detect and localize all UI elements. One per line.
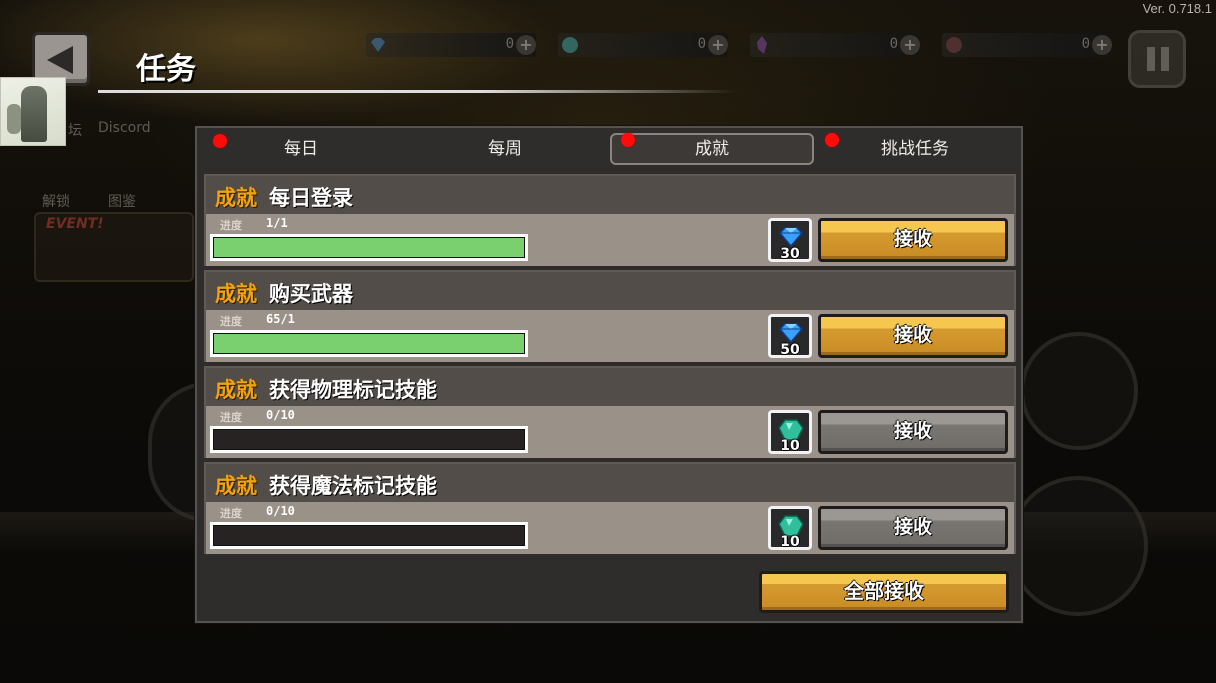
- currency-value: 0: [889, 36, 898, 52]
- tab-daily[interactable]: 每日: [199, 133, 403, 165]
- reward-count: 10: [780, 438, 800, 454]
- title-underline: [98, 90, 738, 93]
- reward-count: 10: [780, 534, 800, 550]
- reward-slot: 50: [768, 314, 812, 358]
- version-label: Ver. 0.718.1: [1142, 1, 1212, 16]
- progress-bar: [210, 234, 528, 261]
- back-arrow-icon: [47, 46, 73, 74]
- progress-fill: [214, 334, 524, 353]
- quest-tag: 成就: [215, 186, 257, 210]
- dark-orb-icon: [946, 37, 962, 53]
- event-banner: EVENT!: [34, 212, 194, 282]
- quest-item: 成就 购买武器 进度 65/1 50 接收: [204, 270, 1016, 362]
- progress-bar: [210, 330, 528, 357]
- reward-slot: 30: [768, 218, 812, 262]
- reward-slot: 10: [768, 506, 812, 550]
- reward-count: 30: [780, 246, 800, 262]
- currency-blue-gem: 0 +: [366, 33, 536, 57]
- currency-dark-orb: 0 +: [942, 33, 1112, 57]
- progress-label: 进度: [220, 219, 242, 232]
- add-currency-button[interactable]: +: [900, 35, 920, 55]
- reward-count: 50: [780, 342, 800, 358]
- reward-slot: 10: [768, 410, 812, 454]
- claim-button[interactable]: 接收: [818, 506, 1008, 550]
- quest-item: 成就 获得物理标记技能 进度 0/10 10 接收: [204, 366, 1016, 458]
- claim-button[interactable]: 接收: [818, 410, 1008, 454]
- currency-value: 0: [505, 36, 514, 52]
- progress-value: 65/1: [266, 312, 295, 326]
- add-currency-button[interactable]: +: [1092, 35, 1112, 55]
- quest-tabs: 每日 每周 成就 挑战任务: [197, 128, 1021, 172]
- blue-gem-icon: [778, 227, 804, 248]
- avatar-figure-icon: [7, 104, 21, 134]
- page-title: 任务: [136, 52, 196, 87]
- quest-item: 成就 获得魔法标记技能 进度 0/10 10 接收: [204, 462, 1016, 554]
- claim-all-button[interactable]: 全部接收: [759, 571, 1009, 613]
- add-currency-button[interactable]: +: [708, 35, 728, 55]
- claim-button[interactable]: 接收: [818, 314, 1008, 358]
- side-menu-codex: 图鉴: [108, 194, 136, 210]
- pause-button[interactable]: [1128, 30, 1186, 88]
- green-orb-icon: [562, 37, 578, 53]
- quest-panel: 每日 每周 成就 挑战任务 成就 每日登录 进度 1/1 30 接收 成就 购买…: [195, 126, 1023, 623]
- avatar-figure-icon: [21, 86, 47, 142]
- quest-name: 获得魔法标记技能: [269, 474, 437, 498]
- currency-green-orb: 0 +: [558, 33, 728, 57]
- quest-item: 成就 每日登录 进度 1/1 30 接收: [204, 174, 1016, 266]
- currency-value: 0: [1081, 36, 1090, 52]
- side-menu-forum: 坛: [68, 123, 82, 139]
- blue-gem-icon: [778, 323, 804, 344]
- attack-button-ghost: [1008, 476, 1148, 616]
- tab-challenges-badge: [825, 133, 839, 147]
- tab-weekly[interactable]: 每周: [403, 133, 607, 165]
- tab-daily-badge: [213, 134, 227, 148]
- currency-value: 0: [697, 36, 706, 52]
- progress-value: 0/10: [266, 408, 295, 422]
- quest-name: 购买武器: [269, 282, 353, 306]
- progress-label: 进度: [220, 411, 242, 424]
- quest-tag: 成就: [215, 282, 257, 306]
- event-label: EVENT!: [46, 216, 104, 232]
- skill-button-ghost: [1020, 332, 1138, 450]
- claim-button[interactable]: 接收: [818, 218, 1008, 262]
- progress-fill: [214, 238, 524, 257]
- currency-purple-crystal: 0 +: [750, 33, 920, 57]
- currency-bar: 0 + 0 + 0 + 0 +: [366, 33, 1112, 57]
- quest-tag: 成就: [215, 378, 257, 402]
- progress-value: 1/1: [266, 216, 288, 230]
- add-currency-button[interactable]: +: [516, 35, 536, 55]
- side-menu-unlock: 解锁: [42, 194, 70, 210]
- progress-label: 进度: [220, 315, 242, 328]
- progress-value: 0/10: [266, 504, 295, 518]
- side-menu-discord: Discord: [98, 120, 151, 136]
- progress-label: 进度: [220, 507, 242, 520]
- blue-gem-icon: [371, 38, 385, 52]
- avatar[interactable]: [0, 77, 66, 146]
- purple-crystal-icon: [757, 36, 767, 54]
- quest-name: 获得物理标记技能: [269, 378, 437, 402]
- quest-name: 每日登录: [269, 186, 353, 210]
- tab-achievements[interactable]: 成就: [610, 133, 814, 165]
- tab-challenges[interactable]: 挑战任务: [813, 133, 1017, 165]
- progress-bar: [210, 426, 528, 453]
- tab-achievements-badge: [621, 133, 635, 147]
- quest-tag: 成就: [215, 474, 257, 498]
- quest-list[interactable]: 成就 每日登录 进度 1/1 30 接收 成就 购买武器 进度 65/1 50: [204, 172, 1016, 558]
- progress-bar: [210, 522, 528, 549]
